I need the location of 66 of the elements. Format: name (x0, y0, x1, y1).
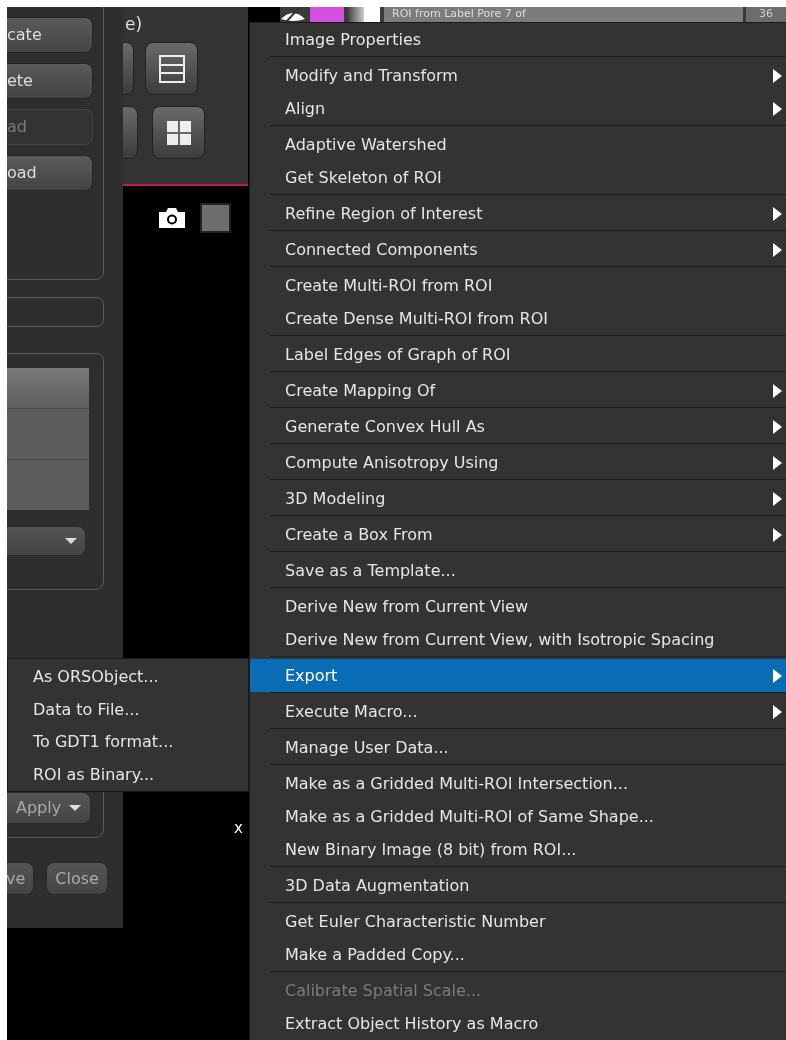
menu-item[interactable]: To GDT1 format... (8, 726, 248, 759)
submenu-arrow-icon (773, 419, 782, 434)
menu-item[interactable]: Image Properties (250, 23, 786, 56)
menu-item[interactable]: As ORSObject... (8, 661, 248, 694)
overlay-label: x (234, 818, 243, 839)
menu-item[interactable]: Create Mapping Of (250, 374, 786, 407)
menu-item[interactable]: 3D Data Augmentation (250, 869, 786, 902)
menu-item[interactable]: Create Multi-ROI from ROI (250, 269, 786, 302)
menu-item[interactable]: Compute Anisotropy Using (250, 446, 786, 479)
menu-item[interactable]: ROI as Binary... (8, 758, 248, 791)
layer-count: 36 (746, 7, 786, 22)
menu-item[interactable]: Get Euler Characteristic Number (250, 905, 786, 938)
dropdown[interactable] (7, 526, 86, 556)
menu-item[interactable]: Derive New from Current View (250, 590, 786, 623)
submenu-arrow-icon (773, 383, 782, 398)
submenu-arrow-icon (773, 242, 782, 257)
apply-button[interactable]: Apply (7, 792, 91, 824)
menu-item[interactable]: Create Dense Multi-ROI from ROI (250, 302, 786, 335)
panel-button[interactable]: cate (7, 17, 93, 53)
submenu-arrow-icon (773, 668, 782, 683)
menu-item[interactable]: Adaptive Watershed (250, 128, 786, 161)
menu-item[interactable]: 3D Modeling (250, 482, 786, 515)
menu-item[interactable]: Get Skeleton of ROI (250, 161, 786, 194)
submenu-arrow-icon (773, 68, 782, 83)
submenu-arrow-icon (773, 206, 782, 221)
submenu-arrow-icon (773, 491, 782, 506)
grid-layout-icon (165, 118, 192, 147)
menu-item[interactable]: Align (250, 92, 786, 125)
menu-item[interactable]: Create a Box From (250, 518, 786, 551)
panel-button[interactable]: oad (7, 155, 93, 191)
submenu-arrow-icon (773, 455, 782, 470)
menu-item[interactable]: Derive New from Current View, with Isotropic Spacing (250, 623, 786, 656)
color-swatch[interactable] (200, 203, 231, 233)
layer-name: ROI from Label Pore 7 of (384, 7, 743, 22)
menu-item[interactable]: New Binary Image (8 bit) from ROI... (250, 833, 786, 866)
caret-icon (69, 805, 82, 811)
panel-title: e) (125, 13, 143, 36)
color-swatch[interactable] (364, 7, 380, 22)
menu-item[interactable]: Generate Convex Hull As (250, 410, 786, 443)
menu-item[interactable]: Label Edges of Graph of ROI (250, 338, 786, 371)
menu-item[interactable]: Manage User Data... (250, 731, 786, 764)
menu-item[interactable]: Refine Region of Interest (250, 197, 786, 230)
toolbar-button[interactable] (145, 42, 198, 95)
color-swatch[interactable] (310, 7, 344, 22)
gradient-swatch[interactable] (348, 7, 364, 22)
panel-button[interactable]: Close (46, 862, 108, 895)
menu-item[interactable]: Execute Macro... (250, 695, 786, 728)
menu-item[interactable]: Make as a Gridded Multi-ROI of Same Shape... (250, 800, 786, 833)
submenu-arrow-icon (773, 704, 782, 719)
list-layout-icon (158, 54, 185, 83)
menu-item[interactable]: Make a Padded Copy... (250, 938, 786, 971)
text-field[interactable] (7, 297, 104, 327)
menu-item[interactable]: Save as a Template... (250, 554, 786, 587)
menu-item[interactable]: Modify and Transform (250, 59, 786, 92)
menu-item[interactable]: Data to File... (8, 693, 248, 726)
submenu-arrow-icon (773, 527, 782, 542)
menu-item[interactable]: Export (250, 659, 786, 692)
menu-item[interactable]: Connected Components (250, 233, 786, 266)
submenu-arrow-icon (773, 101, 782, 116)
menu-item[interactable]: Make as a Gridded Multi-ROI Intersection... (250, 767, 786, 800)
panel-button[interactable]: ve (7, 862, 35, 895)
caret-icon (65, 538, 77, 544)
camera-icon[interactable] (157, 207, 187, 229)
menu-item[interactable]: Extract Object History as Macro (250, 1007, 786, 1040)
toolbar-button[interactable] (152, 106, 205, 159)
panel-button[interactable]: ete (7, 63, 93, 99)
